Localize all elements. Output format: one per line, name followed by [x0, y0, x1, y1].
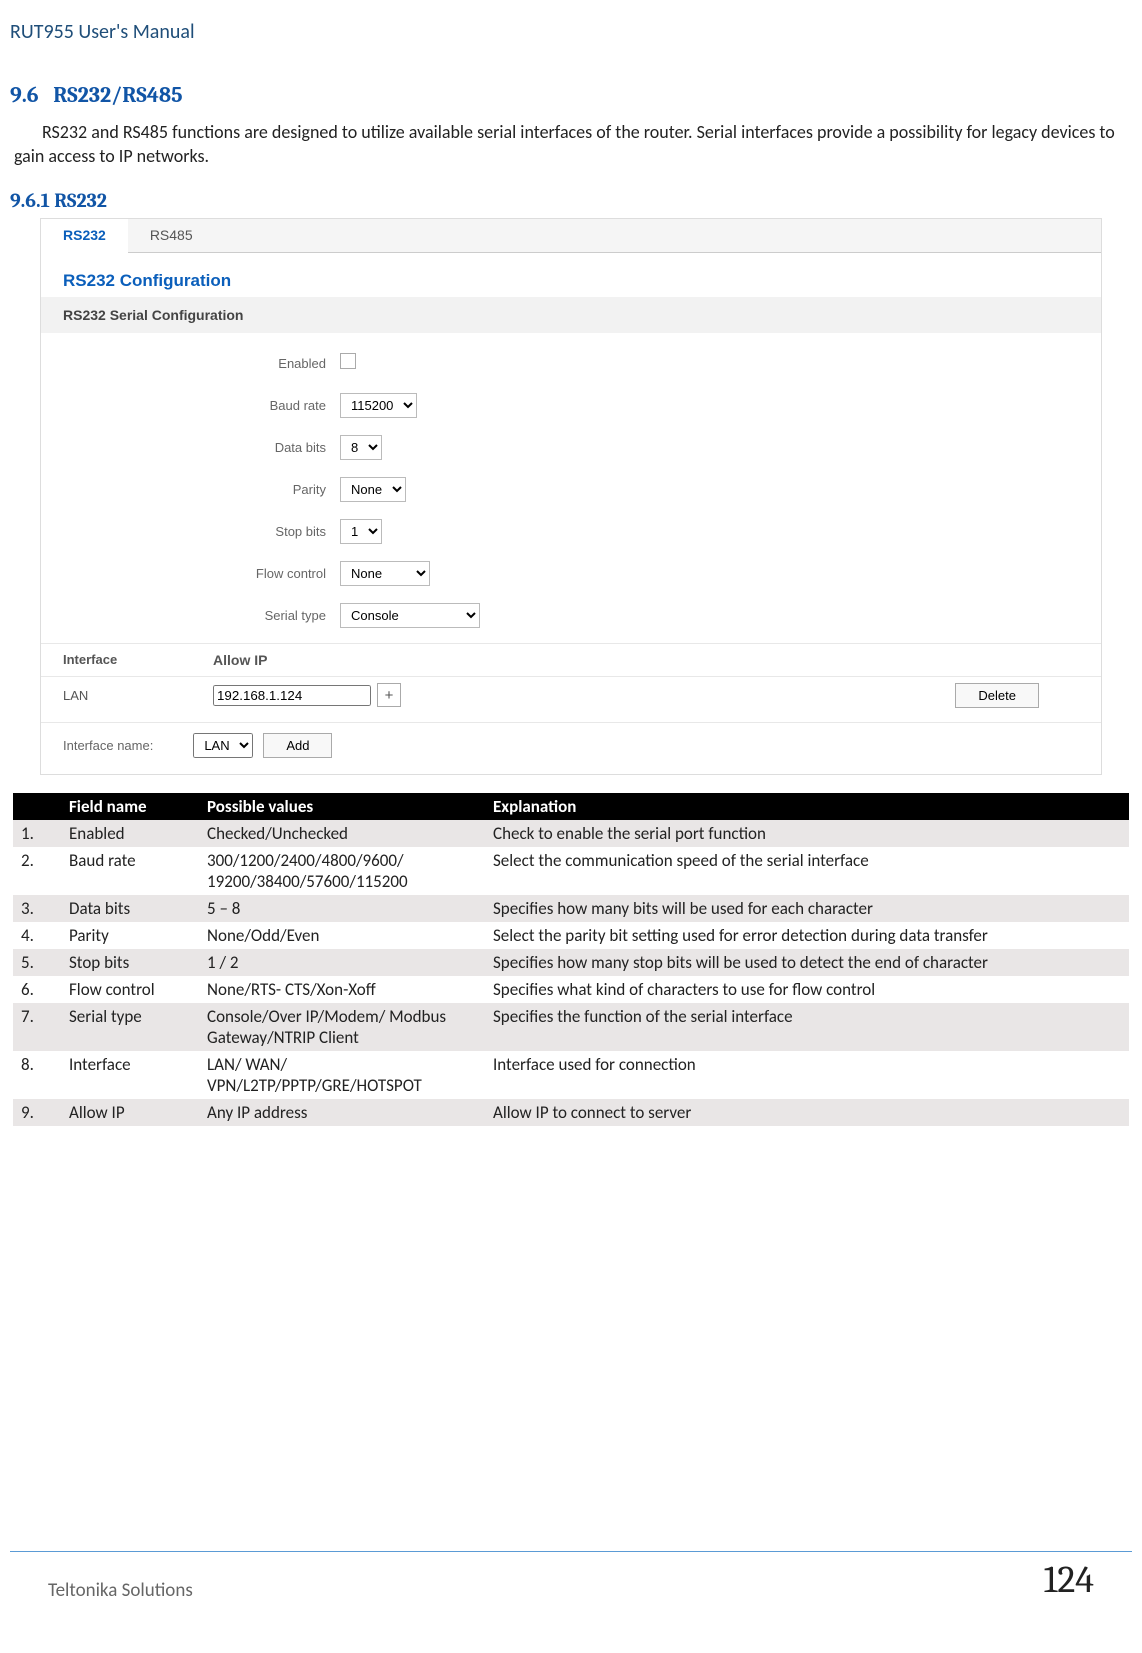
cell-num: 3.	[13, 895, 61, 922]
cell-field: Enabled	[61, 820, 199, 847]
subsection-heading: 9.6.1 RS232	[10, 189, 1132, 212]
label-flow: Flow control	[41, 566, 340, 581]
label-enabled: Enabled	[41, 356, 340, 371]
cell-num: 6.	[13, 976, 61, 1003]
table-row: 9. Allow IP Any IP address Allow IP to c…	[13, 1099, 1129, 1126]
th-num	[13, 793, 61, 820]
parameters-table: Field name Possible values Explanation 1…	[13, 793, 1129, 1126]
cell-field: Serial type	[61, 1003, 199, 1051]
add-ip-button[interactable]: +	[377, 683, 401, 707]
add-interface-row: Interface name: LAN Add	[41, 722, 1101, 774]
cell-explain: Specifies how many stop bits will be use…	[485, 949, 1129, 976]
cell-explain: Specifies the function of the serial int…	[485, 1003, 1129, 1051]
footer-brand: Teltonika Solutions	[48, 1579, 193, 1602]
th-explain: Explanation	[485, 793, 1129, 820]
tab-rs232[interactable]: RS232	[41, 219, 128, 253]
select-baud[interactable]: 115200	[340, 393, 417, 418]
cell-possible: 1 / 2	[199, 949, 485, 976]
table-row: 7. Serial type Console/Over IP/Modem/ Mo…	[13, 1003, 1129, 1051]
cell-num: 7.	[13, 1003, 61, 1051]
cell-field: Interface	[61, 1051, 199, 1099]
tab-bar: RS232 RS485	[41, 219, 1101, 253]
table-row: 2. Baud rate 300/1200/2400/4800/9600/ 19…	[13, 847, 1129, 895]
cell-num: 5.	[13, 949, 61, 976]
cell-num: 4.	[13, 922, 61, 949]
cell-field: Allow IP	[61, 1099, 199, 1126]
cell-possible: Checked/Unchecked	[199, 820, 485, 847]
iface-header-allowip: Allow IP	[213, 652, 403, 668]
tab-rs485[interactable]: RS485	[128, 219, 215, 252]
delete-button[interactable]: Delete	[955, 683, 1039, 708]
cell-num: 8.	[13, 1051, 61, 1099]
config-heading: RS232 Configuration	[41, 253, 1101, 297]
label-serialtype: Serial type	[41, 608, 340, 623]
cell-field: Stop bits	[61, 949, 199, 976]
checkbox-enabled[interactable]	[340, 353, 356, 369]
section-intro: RS232 and RS485 functions are designed t…	[10, 120, 1132, 175]
label-databits: Data bits	[41, 440, 340, 455]
cell-field: Baud rate	[61, 847, 199, 895]
table-row: 4. Parity None/Odd/Even Select the parit…	[13, 922, 1129, 949]
table-row: 3. Data bits 5 – 8 Specifies how many bi…	[13, 895, 1129, 922]
add-button[interactable]: Add	[263, 733, 332, 758]
table-row: 6. Flow control None/RTS- CTS/Xon-Xoff S…	[13, 976, 1129, 1003]
cell-explain: Specifies how many bits will be used for…	[485, 895, 1129, 922]
cell-num: 2.	[13, 847, 61, 895]
iface-row-name: LAN	[63, 688, 213, 703]
label-parity: Parity	[41, 482, 340, 497]
cell-field: Data bits	[61, 895, 199, 922]
cell-explain: Select the parity bit setting used for e…	[485, 922, 1129, 949]
select-stopbits[interactable]: 1	[340, 519, 382, 544]
select-interface-name[interactable]: LAN	[193, 733, 253, 758]
cell-possible: 5 – 8	[199, 895, 485, 922]
footer-page-number: 124	[1044, 1558, 1094, 1602]
cell-num: 9.	[13, 1099, 61, 1126]
select-serialtype[interactable]: Console	[340, 603, 480, 628]
input-allow-ip[interactable]	[213, 685, 371, 706]
iface-row: LAN + Delete	[41, 676, 1101, 722]
th-field: Field name	[61, 793, 199, 820]
cell-explain: Check to enable the serial port function	[485, 820, 1129, 847]
section-number: 9.6	[10, 82, 39, 108]
select-flow[interactable]: None	[340, 561, 430, 586]
subsection-number: 9.6.1	[10, 189, 50, 212]
page-footer: Teltonika Solutions 124	[10, 1551, 1132, 1602]
label-baud: Baud rate	[41, 398, 340, 413]
section-heading: 9.6 RS232/RS485	[10, 82, 1132, 108]
subsection-title: RS232	[54, 189, 107, 212]
select-databits[interactable]: 8	[340, 435, 382, 460]
config-subheading: RS232 Serial Configuration	[41, 297, 1101, 333]
section-title: RS232/RS485	[53, 82, 182, 108]
cell-possible: None/RTS- CTS/Xon-Xoff	[199, 976, 485, 1003]
cell-explain: Select the communication speed of the se…	[485, 847, 1129, 895]
select-parity[interactable]: None	[340, 477, 406, 502]
label-stopbits: Stop bits	[41, 524, 340, 539]
cell-num: 1.	[13, 820, 61, 847]
table-row: 8. Interface LAN/ WAN/ VPN/L2TP/PPTP/GRE…	[13, 1051, 1129, 1099]
cell-explain: Specifies what kind of characters to use…	[485, 976, 1129, 1003]
label-interface-name: Interface name:	[63, 738, 153, 753]
cell-explain: Interface used for connection	[485, 1051, 1129, 1099]
cell-possible: None/Odd/Even	[199, 922, 485, 949]
cell-field: Flow control	[61, 976, 199, 1003]
cell-possible: LAN/ WAN/ VPN/L2TP/PPTP/GRE/HOTSPOT	[199, 1051, 485, 1099]
config-screenshot: RS232 RS485 RS232 Configuration RS232 Se…	[40, 218, 1102, 775]
cell-field: Parity	[61, 922, 199, 949]
table-row: 5. Stop bits 1 / 2 Specifies how many st…	[13, 949, 1129, 976]
cell-explain: Allow IP to connect to server	[485, 1099, 1129, 1126]
config-form: Enabled Baud rate 115200 Data bits 8 Par…	[41, 333, 1101, 643]
iface-header-interface: Interface	[63, 652, 213, 668]
page-header: RUT955 User's Manual	[10, 20, 1132, 52]
cell-possible: 300/1200/2400/4800/9600/ 19200/38400/576…	[199, 847, 485, 895]
th-possible: Possible values	[199, 793, 485, 820]
table-row: 1. Enabled Checked/Unchecked Check to en…	[13, 820, 1129, 847]
cell-possible: Console/Over IP/Modem/ Modbus Gateway/NT…	[199, 1003, 485, 1051]
cell-possible: Any IP address	[199, 1099, 485, 1126]
iface-header-row: Interface Allow IP	[41, 643, 1101, 676]
